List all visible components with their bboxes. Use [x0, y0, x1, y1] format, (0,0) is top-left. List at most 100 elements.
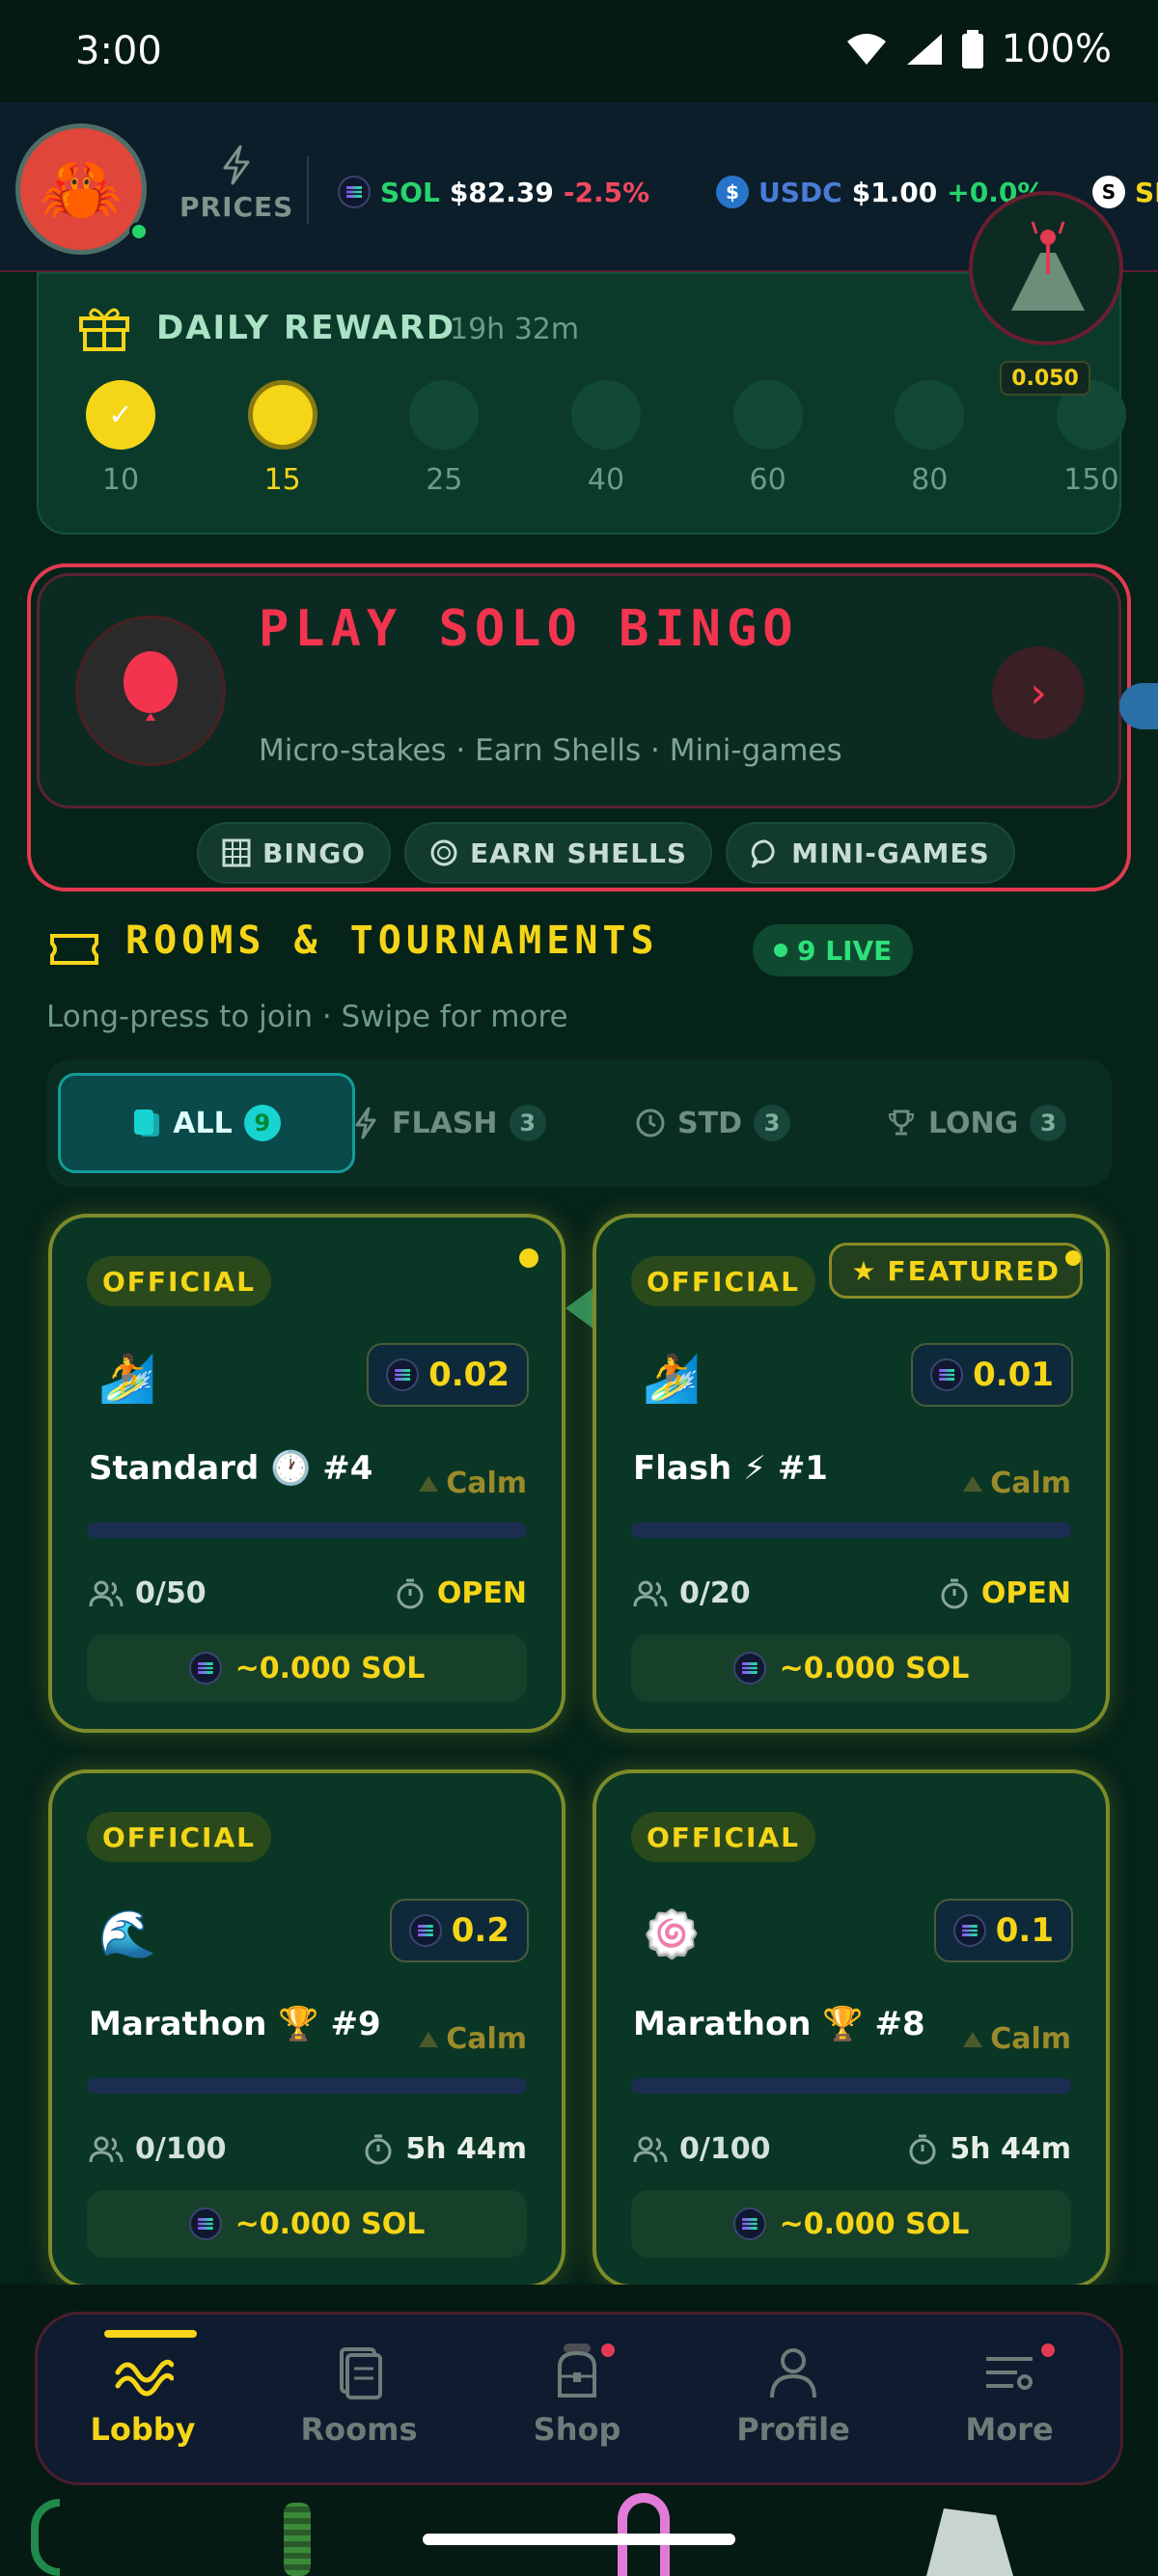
- reward-amount: 150: [1063, 463, 1119, 497]
- bingo-pill[interactable]: BINGO: [197, 822, 391, 884]
- tab-std[interactable]: STD 3: [635, 1073, 790, 1173]
- bag-icon: [558, 2343, 596, 2398]
- stake-value: 0.1: [995, 1911, 1054, 1950]
- official-badge: OFFICIAL: [87, 1256, 271, 1306]
- sol-coin-icon: [188, 1652, 222, 1685]
- reward-step[interactable]: 150: [1056, 380, 1127, 497]
- plant-decoration: [284, 2503, 311, 2576]
- player-count-value: 0/100: [679, 2132, 771, 2166]
- users-icon: [89, 1580, 124, 1606]
- star-icon: ★: [851, 1254, 878, 1287]
- status-dot: [519, 1248, 538, 1268]
- player-count: 0/20: [633, 1576, 751, 1610]
- prices-label: PRICES: [179, 191, 294, 223]
- room-card[interactable]: OFFICIAL ★ FEATURED 🏄 0.01 Flash ⚡ #1 Cal…: [593, 1214, 1110, 1733]
- ticker-item-usdc[interactable]: $ USDC $1.00 +0.0%: [716, 176, 1044, 208]
- fish-decoration: [1119, 683, 1158, 729]
- nav-label: Rooms: [300, 2411, 418, 2448]
- solo-bingo-arrow-button[interactable]: ›: [992, 646, 1085, 739]
- ticker-symbol: USDC: [758, 176, 842, 208]
- wave-icon: 🌊: [98, 1907, 156, 1961]
- room-card[interactable]: OFFICIAL 🌊 0.2 Marathon 🏆 #9 Calm 0/100 …: [48, 1769, 565, 2288]
- tab-flash[interactable]: FLASH 3: [351, 1073, 546, 1173]
- notification-dot: [601, 2343, 615, 2357]
- home-indicator[interactable]: [423, 2534, 735, 2545]
- users-icon: [633, 2136, 668, 2162]
- tab-label: ALL: [173, 1106, 233, 1140]
- reward-step[interactable]: 15: [247, 380, 318, 497]
- cards-icon: [134, 1110, 160, 1137]
- pill-label: BINGO: [262, 836, 366, 869]
- daily-reward-timer: 19h 32m: [450, 313, 580, 346]
- check-icon: ✓: [86, 380, 155, 450]
- sol-coin-icon: [386, 1358, 420, 1391]
- ticker-item-si[interactable]: S SI: [1092, 176, 1158, 208]
- pot-amount: ~0.000 SOL: [234, 1651, 426, 1685]
- room-progress-bar: [631, 1522, 1071, 1538]
- chat-icon: [751, 839, 775, 867]
- ticker-item-sol[interactable]: SOL $82.39 -2.5%: [338, 176, 649, 208]
- ticker-price: $1.00: [851, 176, 938, 208]
- pot-amount: ~0.000 SOL: [779, 2206, 970, 2241]
- room-name: Marathon 🏆 #8: [633, 2005, 925, 2043]
- earn-shells-pill[interactable]: EARN SHELLS: [403, 822, 713, 884]
- room-status-value: OPEN: [980, 1576, 1071, 1610]
- room-mood: Calm: [963, 1466, 1071, 1500]
- mini-games-pill[interactable]: MINI-GAMES: [726, 822, 1015, 884]
- tab-count: 9: [243, 1105, 281, 1141]
- live-badge: 9 LIVE: [753, 924, 914, 976]
- stake-value: 0.2: [451, 1911, 510, 1950]
- tab-count: 3: [509, 1105, 546, 1141]
- player-count-value: 0/20: [679, 1576, 751, 1610]
- nav-lobby[interactable]: Lobby: [51, 2330, 234, 2448]
- balloon-icon-wrap: [75, 616, 226, 766]
- surfer-icon: 🏄: [98, 1352, 156, 1406]
- gift-icon: [79, 308, 129, 351]
- stake-badge: 0.1: [933, 1899, 1073, 1962]
- room-card[interactable]: OFFICIAL 🏄 0.02 Standard 🕐 #4 Calm 0/50 …: [48, 1214, 565, 1733]
- stake-badge: 0.2: [389, 1899, 529, 1962]
- ticker-price: $82.39: [449, 176, 554, 208]
- reward-steps: ✓ 10 15 25 40 60 80 150: [85, 380, 1127, 497]
- room-mood: Calm: [419, 1466, 527, 1500]
- solo-pills: BINGO EARN SHELLS MINI-GAMES: [197, 822, 1015, 884]
- room-status-value: 5h 44m: [405, 2132, 527, 2166]
- reward-amount: 25: [426, 463, 463, 497]
- prices-button[interactable]: PRICES: [179, 145, 293, 223]
- users-icon: [89, 2136, 124, 2162]
- ticker-symbol: SOL: [380, 176, 440, 208]
- room-status-value: OPEN: [436, 1576, 527, 1610]
- pill-label: EARN SHELLS: [469, 836, 688, 869]
- sol-coin-icon: [408, 1914, 442, 1947]
- bottom-nav: Lobby Rooms Shop Profile More: [35, 2312, 1123, 2485]
- lightning-icon: [223, 145, 250, 185]
- reward-step[interactable]: 40: [570, 380, 642, 497]
- player-count-value: 0/100: [135, 2132, 227, 2166]
- reward-step[interactable]: 25: [408, 380, 480, 497]
- room-card[interactable]: OFFICIAL 🍥 0.1 Marathon 🏆 #8 Calm 0/100 …: [593, 1769, 1110, 2288]
- volcano-widget[interactable]: [969, 191, 1123, 345]
- tab-all[interactable]: ALL 9: [58, 1073, 355, 1173]
- reward-step[interactable]: ✓ 10: [85, 380, 156, 497]
- notification-dot: [1041, 2343, 1055, 2357]
- reward-step[interactable]: 60: [732, 380, 804, 497]
- reward-step[interactable]: 80: [894, 380, 965, 497]
- lightning-icon: [355, 1107, 376, 1139]
- active-indicator: [104, 2330, 197, 2338]
- avatar[interactable]: 🦀: [15, 123, 147, 255]
- nav-more[interactable]: More: [918, 2343, 1101, 2448]
- nav-profile[interactable]: Profile: [702, 2343, 885, 2448]
- tab-long[interactable]: LONG 3: [886, 1073, 1067, 1173]
- stake-badge: 0.02: [367, 1343, 529, 1407]
- pot-value: ~0.000 SOL: [87, 2190, 527, 2258]
- nav-rooms[interactable]: Rooms: [267, 2343, 451, 2448]
- nav-label: Lobby: [90, 2411, 196, 2448]
- timer-icon: [941, 1578, 968, 1608]
- battery-icon: [961, 30, 983, 69]
- sol-coin-icon: [338, 176, 371, 208]
- nav-shop[interactable]: Shop: [485, 2343, 669, 2448]
- room-status: OPEN: [395, 1576, 527, 1610]
- locked-marker: [409, 380, 480, 450]
- solo-bingo-title: PLAY SOLO BINGO: [259, 600, 799, 658]
- trophy-icon: [888, 1110, 915, 1136]
